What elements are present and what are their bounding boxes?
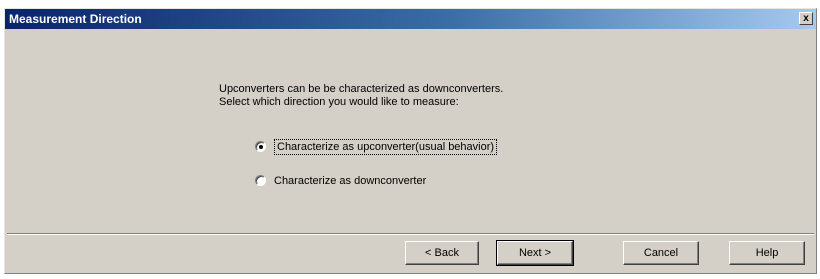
radio-button-upconverter[interactable] [255,141,266,152]
radio-label-downconverter[interactable]: Characterize as downconverter [274,173,426,189]
radio-selected-dot [259,145,263,149]
back-button[interactable]: < Back [405,241,479,265]
instruction-line-1: Upconverters can be be characterized as … [219,83,504,95]
button-separator [7,233,814,235]
radio-button-downconverter[interactable] [255,175,266,186]
help-button[interactable]: Help [729,241,805,265]
close-icon: x [803,13,809,24]
measurement-direction-dialog: Measurement Direction x Upconverters can… [4,8,817,274]
cancel-button[interactable]: Cancel [623,241,699,265]
radio-label-upconverter[interactable]: Characterize as upconverter(usual behavi… [274,139,498,155]
close-button[interactable]: x [799,12,813,25]
title-bar: Measurement Direction x [5,9,816,29]
next-button[interactable]: Next > [496,240,574,266]
instruction-line-2: Select which direction you would like to… [219,96,459,108]
instruction-text: Upconverters can be be characterized as … [219,83,503,109]
window-title: Measurement Direction [9,12,142,26]
